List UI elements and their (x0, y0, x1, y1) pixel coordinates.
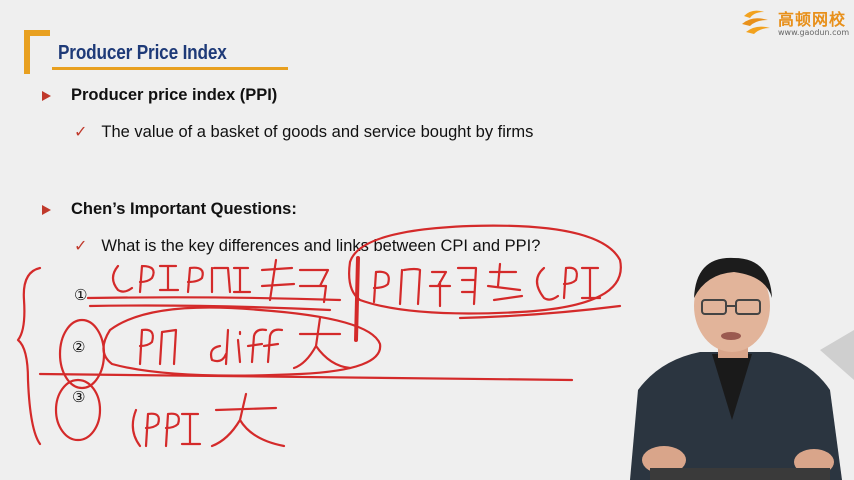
circled-number-3: ③ (72, 388, 85, 406)
slide: Producer Price Index 高顿网校 www.gaodun.com… (0, 0, 854, 480)
circled-number-2: ② (72, 338, 85, 356)
handwriting-annotations: ① ② ③ (16, 224, 622, 448)
circled-number-1: ① (74, 286, 87, 304)
